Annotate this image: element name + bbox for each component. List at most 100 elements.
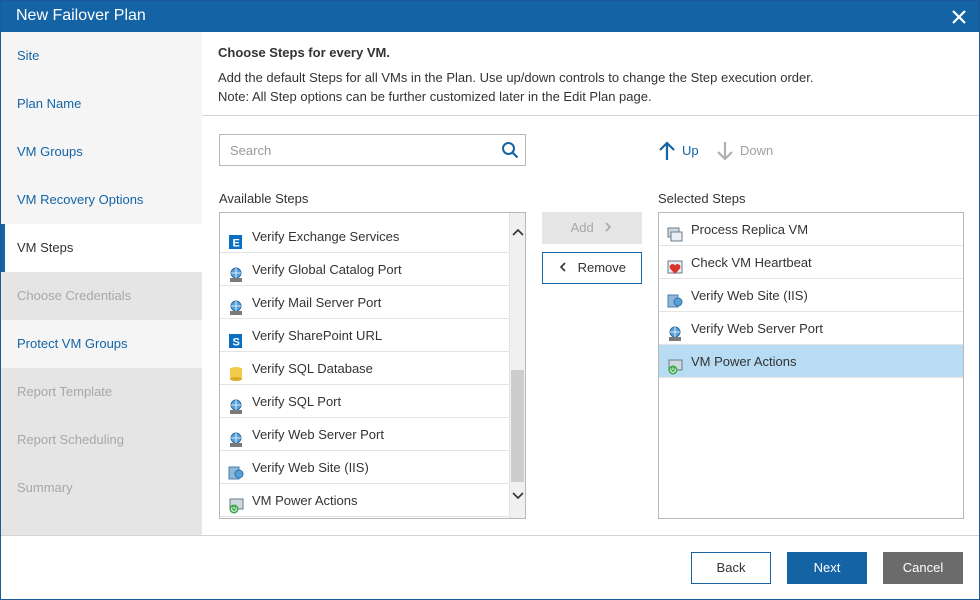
- next-button[interactable]: Next: [787, 552, 867, 584]
- step-label: Verify SQL Database: [252, 361, 373, 376]
- nav-label: VM Steps: [17, 240, 74, 255]
- exchange-icon: E: [228, 229, 244, 250]
- search-input[interactable]: [220, 135, 490, 165]
- step-label: Verify Mail Server Port: [252, 295, 382, 310]
- list-item[interactable]: Verify Global Catalog Port: [220, 253, 510, 286]
- list-item[interactable]: Verify SQL Port: [220, 385, 510, 418]
- list-item[interactable]: VM Power Actions: [220, 484, 510, 517]
- step-label: VM Power Actions: [691, 354, 797, 369]
- active-indicator: [1, 224, 5, 272]
- nav-item-choose-credentials: Choose Credentials: [1, 272, 202, 320]
- nav-label: Summary: [17, 480, 73, 495]
- wizard-sidebar: Site Plan Name VM Groups VM Recovery Opt…: [1, 32, 203, 535]
- step-label: Verify Web Server Port: [252, 427, 384, 442]
- nav-label: Report Template: [17, 384, 113, 399]
- selected-steps-list[interactable]: Process Replica VM Check VM Heartbeat Ve…: [658, 212, 964, 519]
- add-button: Add: [542, 212, 642, 244]
- list-item[interactable]: Verify Web Server Port: [220, 418, 510, 451]
- dialog-footer: Back Next Cancel: [1, 535, 979, 599]
- list-item[interactable]: Process Replica VM: [659, 213, 963, 246]
- step-label: Verify Web Site (IIS): [252, 460, 369, 475]
- close-icon[interactable]: [949, 7, 969, 27]
- globe-port-icon: [228, 262, 244, 282]
- down-label: Down: [740, 143, 774, 158]
- iis-icon: [667, 288, 683, 308]
- nav-label: Protect VM Groups: [17, 336, 128, 351]
- list-item[interactable]: Check VM Heartbeat: [659, 246, 963, 279]
- step-content: Choose Steps for every VM. Add the defau…: [202, 32, 979, 535]
- step-description-line-2: Note: All Step options can be further cu…: [218, 89, 652, 104]
- cancel-button[interactable]: Cancel: [883, 552, 963, 584]
- scrollbar-thumb[interactable]: [511, 370, 524, 482]
- step-label: Process Replica VM: [691, 222, 809, 237]
- iis-icon: [228, 460, 244, 480]
- step-title: Choose Steps for every VM.: [218, 45, 390, 60]
- nav-item-summary: Summary: [1, 464, 202, 512]
- svg-text:S: S: [233, 337, 240, 349]
- list-item[interactable]: Verify Web Server Port: [659, 312, 963, 345]
- search-box: [219, 134, 526, 166]
- globe-port-icon: [228, 295, 244, 315]
- back-button[interactable]: Back: [691, 552, 771, 584]
- available-steps-list[interactable]: E Verify Exchange Services Verify Global…: [219, 212, 526, 519]
- list-item[interactable]: E Verify Exchange Services: [220, 220, 510, 253]
- step-label: Verify SharePoint URL: [252, 328, 383, 343]
- database-icon: [228, 361, 244, 381]
- window-title: New Failover Plan: [16, 7, 146, 24]
- nav-item-protect-vm-groups[interactable]: Protect VM Groups: [1, 320, 202, 368]
- nav-item-vm-recovery-options[interactable]: VM Recovery Options: [1, 176, 202, 224]
- search-icon[interactable]: [501, 141, 519, 159]
- list-item[interactable]: S Verify SharePoint URL: [220, 319, 510, 352]
- add-label: Add: [570, 220, 594, 235]
- nav-label: VM Groups: [17, 144, 83, 159]
- chevron-down-icon[interactable]: [512, 489, 524, 501]
- nav-item-vm-groups[interactable]: VM Groups: [1, 128, 202, 176]
- remove-label: Remove: [577, 260, 627, 275]
- globe-port-icon: [667, 321, 683, 341]
- nav-item-plan-name[interactable]: Plan Name: [1, 80, 202, 128]
- step-description-line-1: Add the default Steps for all VMs in the…: [218, 70, 814, 85]
- nav-label: Choose Credentials: [17, 288, 132, 303]
- list-item[interactable]: Verify Web Site (IIS): [220, 451, 510, 484]
- list-item[interactable]: Verify Web Site (IIS): [659, 279, 963, 312]
- nav-label: Site: [17, 48, 40, 63]
- vm-power-icon: [667, 354, 683, 375]
- nav-item-report-template: Report Template: [1, 368, 202, 416]
- nav-item-vm-steps[interactable]: VM Steps: [1, 224, 203, 272]
- arrow-down-icon: [716, 141, 734, 161]
- nav-label: Report Scheduling: [17, 432, 124, 447]
- dialog-window: New Failover Plan Site Plan Name VM Grou…: [0, 0, 980, 600]
- nav-label: VM Recovery Options: [17, 192, 144, 207]
- step-label: Verify Global Catalog Port: [252, 262, 402, 277]
- svg-text:E: E: [233, 238, 240, 250]
- down-button: Down: [716, 140, 773, 162]
- arrow-up-icon: [658, 141, 676, 161]
- step-label: Check VM Heartbeat: [691, 255, 812, 270]
- up-button[interactable]: Up: [658, 140, 699, 162]
- heartbeat-icon: [667, 255, 683, 274]
- available-steps-label: Available Steps: [219, 191, 309, 206]
- globe-port-icon: [228, 394, 244, 414]
- list-item[interactable]: Verify Mail Server Port: [220, 286, 510, 319]
- globe-port-icon: [228, 427, 244, 447]
- remove-button[interactable]: Remove: [542, 252, 642, 284]
- step-label: Verify Web Server Port: [691, 321, 823, 336]
- selected-steps-label: Selected Steps: [658, 191, 746, 206]
- nav-item-report-scheduling: Report Scheduling: [1, 416, 202, 464]
- list-item[interactable]: Verify SQL Database: [220, 352, 510, 385]
- title-bar: New Failover Plan: [1, 1, 979, 32]
- chevron-up-icon[interactable]: [512, 227, 524, 239]
- sharepoint-icon: S: [228, 328, 244, 349]
- step-label: Verify SQL Port: [252, 394, 342, 409]
- step-label: Verify Exchange Services: [252, 229, 400, 244]
- nav-label: Plan Name: [17, 96, 82, 111]
- list-item-selected[interactable]: VM Power Actions: [659, 345, 963, 378]
- vm-power-icon: [228, 493, 244, 514]
- replica-icon: [667, 222, 683, 242]
- nav-item-site[interactable]: Site: [1, 32, 202, 80]
- vertical-scrollbar[interactable]: [509, 213, 525, 518]
- chevron-right-icon: [605, 222, 612, 232]
- step-label: VM Power Actions: [252, 493, 358, 508]
- up-label: Up: [682, 143, 699, 158]
- chevron-left-icon: [559, 262, 566, 272]
